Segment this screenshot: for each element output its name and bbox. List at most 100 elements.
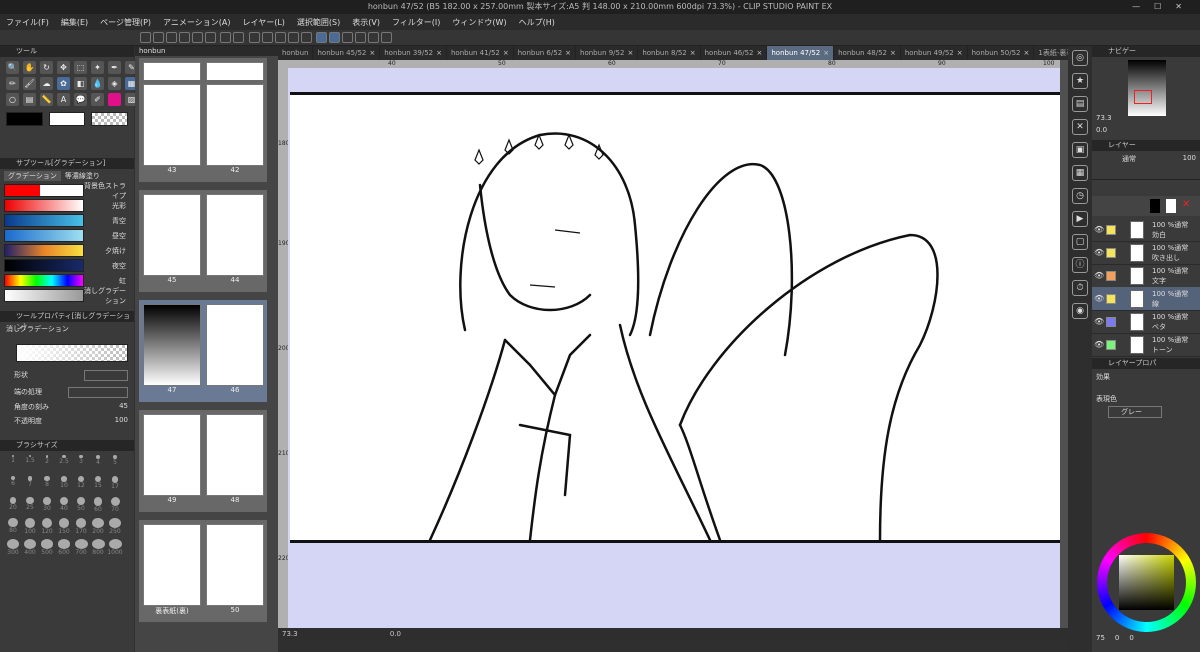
fill-bucket-icon[interactable]: ◈ xyxy=(108,77,121,90)
menu-selection[interactable]: 選択範囲(S) xyxy=(297,17,340,28)
brush-size-item[interactable]: 8 xyxy=(40,476,54,493)
gradient-item[interactable]: 背景色ストライプ xyxy=(0,182,134,200)
page-thumbnail[interactable] xyxy=(206,414,264,496)
brush-size-item[interactable]: 3 xyxy=(74,455,88,472)
crop-icon[interactable] xyxy=(300,32,312,43)
pencil-icon[interactable]: ✏ xyxy=(6,77,19,90)
gradient-item[interactable]: 青空 xyxy=(0,213,134,228)
close-icon[interactable]: × xyxy=(890,49,896,57)
tab-1[interactable]: honbun 45/52 × xyxy=(313,46,381,60)
redo-icon[interactable] xyxy=(233,32,245,43)
brush-size-item[interactable]: 30 xyxy=(40,497,54,514)
camera-icon[interactable]: ◉ xyxy=(1072,303,1088,319)
edge-selector[interactable] xyxy=(68,387,128,398)
color-value-a[interactable]: 75 xyxy=(1096,634,1105,642)
brush-size-item[interactable]: 25 xyxy=(23,497,37,514)
clear-icon[interactable] xyxy=(287,32,299,43)
close-icon[interactable]: × xyxy=(757,49,763,57)
decoration-icon[interactable]: ✿ xyxy=(57,77,70,90)
tab-10[interactable]: honbun 49/52 × xyxy=(901,46,968,60)
brush-size-item[interactable]: 120 xyxy=(40,518,54,535)
angle-value[interactable]: 45 xyxy=(119,402,128,412)
menu-help[interactable]: ヘルプ(H) xyxy=(519,17,555,28)
zoom-tool-icon[interactable]: 🔍 xyxy=(6,61,19,74)
tab-contour-fill[interactable]: 等濃線塗り xyxy=(65,171,100,181)
sub-view-icon[interactable]: ▢ xyxy=(1072,234,1088,250)
page-thumbnail[interactable] xyxy=(206,84,264,166)
brush-size-item[interactable]: 17 xyxy=(108,476,122,493)
layer-row[interactable]: 👁 100 %通常 トーン xyxy=(1092,333,1200,357)
page-thumbnail[interactable] xyxy=(206,304,264,386)
navigator-zoom[interactable]: 73.3 xyxy=(1096,114,1112,122)
menu-page[interactable]: ページ管理(P) xyxy=(100,17,151,28)
eraser-icon[interactable]: ◧ xyxy=(74,77,87,90)
layer-row[interactable]: 👁 100 %通常 吹き出し xyxy=(1092,241,1200,265)
brush-size-item[interactable]: 20 xyxy=(6,497,20,514)
color-saturation-square[interactable] xyxy=(1119,555,1174,610)
close-icon[interactable]: × xyxy=(565,49,571,57)
comic-frame[interactable] xyxy=(290,92,1060,543)
tab-6[interactable]: honbun 8/52 × xyxy=(638,46,701,60)
eye-icon[interactable]: 👁 xyxy=(1094,248,1104,258)
pen-pressure-icon[interactable] xyxy=(329,32,341,43)
brush-size-item[interactable]: 250 xyxy=(108,518,122,535)
menu-window[interactable]: ウィンドウ(W) xyxy=(452,17,506,28)
open-icon[interactable] xyxy=(152,32,164,43)
brush-size-item[interactable]: 70 xyxy=(108,497,122,514)
close-icon[interactable]: × xyxy=(369,49,375,57)
tab-0[interactable]: honbun xyxy=(278,46,314,60)
tab-4[interactable]: honbun 6/52 × xyxy=(514,46,577,60)
layer-color-row[interactable]: ✕ xyxy=(1092,196,1200,216)
frame-icon[interactable]: ▤ xyxy=(23,93,36,106)
tab-gradient[interactable]: グラデーション xyxy=(4,171,61,181)
brush-size-item[interactable]: 60 xyxy=(91,497,105,514)
figure-icon[interactable]: ○ xyxy=(6,93,19,106)
eye-icon[interactable]: 👁 xyxy=(1094,317,1104,327)
brush-size-item[interactable]: 800 xyxy=(91,539,105,556)
brush-size-item[interactable]: 170 xyxy=(74,518,88,535)
close-icon[interactable]: × xyxy=(957,49,963,57)
brush-size-item[interactable]: 100 xyxy=(23,518,37,535)
timeline-icon[interactable]: ⏱ xyxy=(1072,280,1088,296)
new-file-icon[interactable] xyxy=(139,32,151,43)
tab-2[interactable]: honbun 39/52 × xyxy=(380,46,447,60)
eyedropper-icon[interactable]: ✒ xyxy=(108,61,121,74)
zoom-value[interactable]: 73.3 xyxy=(282,630,298,638)
item-bank-icon[interactable]: ▣ xyxy=(1072,142,1088,158)
navigator-view-rect[interactable] xyxy=(1134,90,1152,104)
eye-icon[interactable]: 👁 xyxy=(1094,294,1104,304)
page-thumbnail[interactable] xyxy=(143,414,201,496)
brush-size-item[interactable]: 40 xyxy=(57,497,71,514)
layer-opacity[interactable]: 100 xyxy=(1183,154,1196,162)
page-thumbnail[interactable] xyxy=(206,524,264,606)
brush-size-item[interactable]: 4 xyxy=(91,455,105,472)
material-icon[interactable]: ★ xyxy=(1072,73,1088,89)
brush-size-item[interactable]: 600 xyxy=(57,539,71,556)
brush-size-item[interactable]: 5 xyxy=(108,455,122,472)
menu-file[interactable]: ファイル(F) xyxy=(6,17,49,28)
expression-color-select[interactable]: グレー xyxy=(1108,406,1162,418)
eye-icon[interactable]: 👁 xyxy=(1094,340,1104,350)
brush-size-item[interactable]: 1.5 xyxy=(23,455,37,472)
brush-size-item[interactable]: 150 xyxy=(57,518,71,535)
close-icon[interactable]: × xyxy=(627,49,633,57)
brush-size-item[interactable]: 700 xyxy=(74,539,88,556)
menu-layer[interactable]: レイヤー(L) xyxy=(242,17,284,28)
tab-7[interactable]: honbun 46/52 × xyxy=(701,46,768,60)
close-icon[interactable]: × xyxy=(823,49,829,57)
close-icon[interactable]: × xyxy=(503,49,509,57)
layer-row[interactable]: 👁 100 %通常 文字 xyxy=(1092,264,1200,288)
brush-size-item[interactable]: 2 xyxy=(40,455,54,472)
tab-3[interactable]: honbun 41/52 × xyxy=(447,46,514,60)
blend-mode[interactable]: 通常 xyxy=(1122,154,1136,164)
balloon-icon[interactable]: 💬 xyxy=(74,93,87,106)
hand-tool-icon[interactable]: ✋ xyxy=(23,61,36,74)
settings-icon[interactable] xyxy=(204,32,216,43)
color-wheel[interactable] xyxy=(1097,533,1196,632)
brush-size-item[interactable]: 12 xyxy=(74,476,88,493)
auto-action-icon[interactable]: ▶ xyxy=(1072,211,1088,227)
brush-size-item[interactable]: 1000 xyxy=(107,539,123,556)
ruler-tool-icon[interactable]: 📏 xyxy=(40,93,53,106)
brush-size-item[interactable]: 10 xyxy=(57,476,71,493)
save-icon[interactable] xyxy=(165,32,177,43)
